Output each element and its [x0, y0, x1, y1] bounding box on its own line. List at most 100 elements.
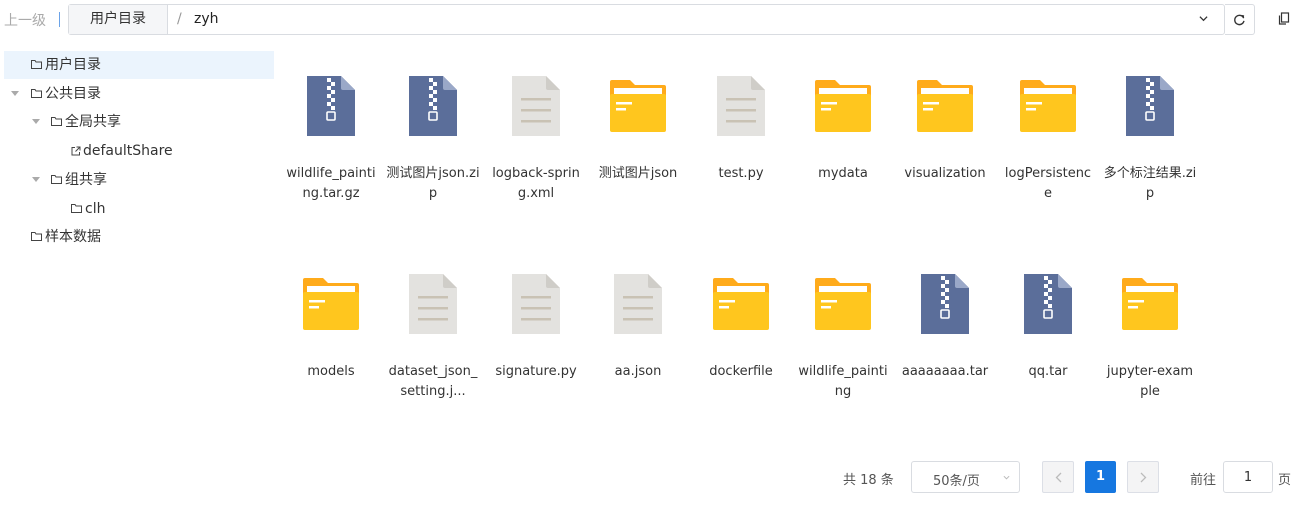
file-name: qq.tar [1028, 364, 1068, 379]
file-tile[interactable]: 测试图片json.zip [382, 60, 484, 240]
tree-item-sample-data[interactable]: 样本数据 [4, 223, 274, 251]
tree-item-label: 组共享 [65, 172, 107, 188]
tree-item-group-share[interactable]: 组共享 [4, 166, 274, 194]
breadcrumb-separator: / [177, 11, 182, 27]
file-name: models [307, 364, 355, 379]
zip-archive-icon [403, 74, 463, 138]
goto-page-input[interactable] [1223, 461, 1273, 493]
file-tile[interactable]: test.py [690, 60, 792, 240]
refresh-button[interactable] [1225, 4, 1255, 35]
tree-item-label: defaultShare [83, 143, 173, 159]
file-name: mydata [818, 166, 868, 181]
zip-archive-icon [1018, 272, 1078, 336]
file-tile[interactable]: signature.py [485, 258, 587, 438]
file-name: dataset_json_setting.j... [388, 364, 478, 399]
file-name: wildlife_painting [798, 364, 888, 399]
tree-item-label: 用户目录 [45, 57, 101, 73]
page-size-value: 50条/页 [933, 474, 980, 489]
document-icon [506, 74, 566, 138]
tree-item-default-share[interactable]: defaultShare [4, 137, 274, 165]
up-level-button[interactable]: 上一级 [4, 10, 46, 30]
toolbar-separator [59, 12, 60, 27]
file-tile[interactable]: aa.json [587, 258, 689, 438]
chevron-right-icon [1140, 472, 1147, 483]
tree-item-label: 全局共享 [65, 114, 121, 130]
file-tile[interactable]: models [280, 258, 382, 438]
tree-item-clh[interactable]: clh [4, 195, 274, 223]
page-size-select[interactable]: 50条/页 [911, 461, 1020, 493]
folder-outline-icon [31, 89, 42, 98]
file-tile[interactable]: mydata [792, 60, 894, 240]
folder-outline-icon [31, 60, 42, 69]
folder-icon [1018, 74, 1078, 138]
chevron-down-icon[interactable] [1199, 14, 1208, 23]
copy-button[interactable] [1270, 4, 1298, 35]
path-breadcrumb[interactable]: 用户目录 / zyh [68, 4, 1225, 35]
file-tile[interactable]: visualization [894, 60, 996, 240]
caret-down-icon[interactable] [11, 91, 19, 96]
file-name: visualization [904, 166, 986, 181]
file-tile[interactable]: wildlife_painting.tar.gz [280, 60, 382, 240]
prev-page-button[interactable] [1042, 461, 1074, 493]
file-tile[interactable]: wildlife_painting [792, 258, 894, 438]
file-name: aaaaaaaa.tar [901, 364, 989, 379]
tree-item-public-dir[interactable]: 公共目录 [4, 80, 274, 108]
copy-icon [1278, 12, 1290, 25]
folder-icon [301, 272, 361, 336]
tree-item-label: clh [85, 201, 106, 217]
file-tile[interactable]: 测试图片json [587, 60, 689, 240]
tree-item-label: 公共目录 [45, 86, 101, 102]
goto-label: 前往 [1190, 473, 1217, 488]
zip-archive-icon [301, 74, 361, 138]
file-name: signature.py [495, 364, 577, 379]
page-unit-label: 页 [1278, 473, 1292, 488]
next-page-button[interactable] [1127, 461, 1159, 493]
document-icon [711, 74, 771, 138]
file-tile[interactable]: dataset_json_setting.j... [382, 258, 484, 438]
folder-icon [813, 74, 873, 138]
folder-outline-icon [71, 204, 82, 213]
file-tile[interactable]: logback-spring.xml [485, 60, 587, 240]
folder-icon [1120, 272, 1180, 336]
document-icon [608, 272, 668, 336]
tree-item-user-dir[interactable]: 用户目录 [4, 51, 274, 79]
page-number-current[interactable]: 1 [1085, 461, 1116, 493]
folder-outline-icon [51, 117, 62, 126]
file-tile[interactable]: logPersistence [997, 60, 1099, 240]
file-name: logPersistence [1004, 166, 1092, 201]
file-name: jupyter-example [1106, 364, 1194, 399]
file-tile[interactable]: 多个标注结果.zip [1099, 60, 1201, 240]
external-link-icon [71, 146, 81, 156]
document-icon [506, 272, 566, 336]
file-name: test.py [718, 166, 764, 181]
folder-icon [813, 272, 873, 336]
folder-icon [915, 74, 975, 138]
chevron-down-icon [1003, 475, 1010, 480]
file-name: 多个标注结果.zip [1103, 166, 1197, 201]
zip-archive-icon [915, 272, 975, 336]
file-name: dockerfile [709, 364, 773, 379]
file-tile[interactable]: qq.tar [997, 258, 1099, 438]
folder-outline-icon [31, 232, 42, 241]
file-name: 测试图片json.zip [386, 166, 480, 201]
file-tile[interactable]: dockerfile [690, 258, 792, 438]
zip-archive-icon [1120, 74, 1180, 138]
file-tile[interactable]: aaaaaaaa.tar [894, 258, 996, 438]
document-icon [403, 272, 463, 336]
caret-down-icon[interactable] [32, 119, 40, 124]
file-tile[interactable]: jupyter-example [1099, 258, 1201, 438]
folder-icon [711, 272, 771, 336]
folder-outline-icon [51, 175, 62, 184]
total-count: 共 18 条 [843, 473, 894, 488]
refresh-icon [1234, 14, 1245, 26]
path-toolbar: 上一级 用户目录 / zyh [0, 0, 1311, 40]
tree-item-global-share[interactable]: 全局共享 [4, 108, 274, 136]
file-name: logback-spring.xml [492, 166, 580, 201]
breadcrumb-home[interactable]: 用户目录 [69, 5, 168, 34]
file-name: aa.json [614, 364, 662, 379]
breadcrumb-current[interactable]: zyh [194, 11, 219, 27]
pagination: 共 18 条 50条/页 1 前往 页 [0, 455, 1311, 495]
file-name: wildlife_painting.tar.gz [286, 166, 376, 201]
caret-down-icon[interactable] [32, 177, 40, 182]
file-name: 测试图片json [598, 166, 678, 181]
